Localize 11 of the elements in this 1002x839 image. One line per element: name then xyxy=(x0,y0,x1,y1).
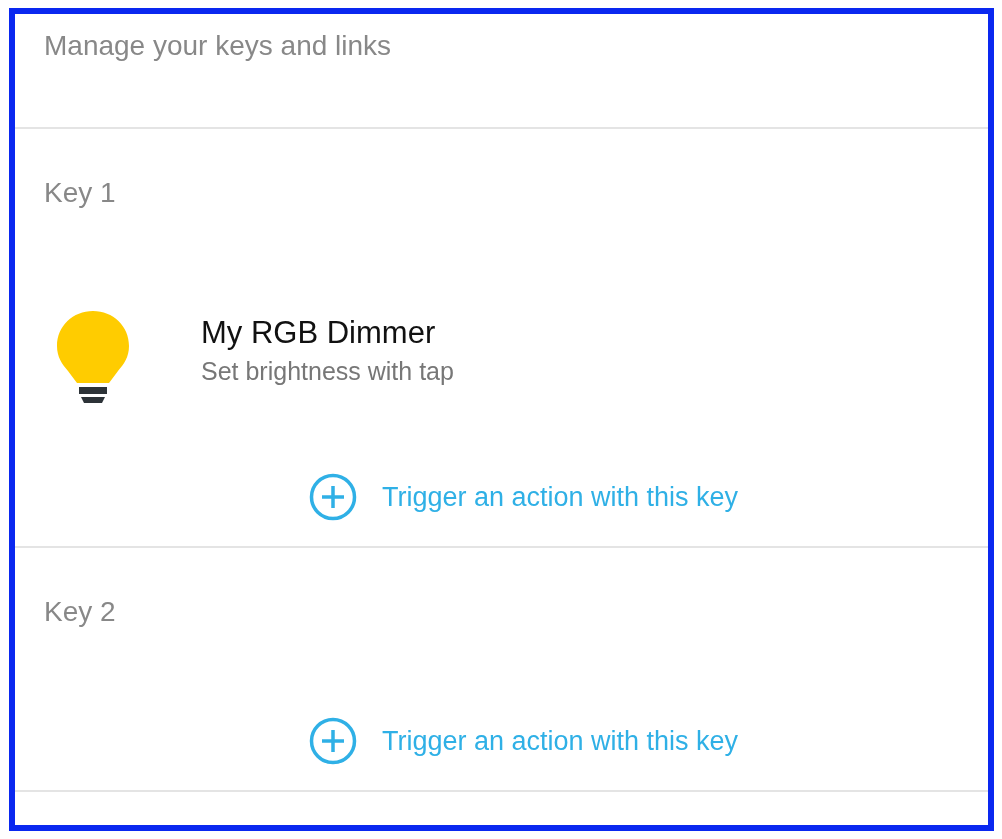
device-name: My RGB Dimmer xyxy=(201,314,437,351)
lightbulb-icon xyxy=(57,311,129,403)
key-label: Key 2 xyxy=(44,596,116,628)
device-description: Set brightness with tap xyxy=(201,356,454,386)
add-icon xyxy=(308,717,357,765)
key-label: Key 1 xyxy=(44,177,116,209)
add-icon xyxy=(308,473,357,521)
device-item[interactable]: My RGB Dimmer Set brightness with tap xyxy=(15,257,988,457)
page-subtitle: Manage your keys and links xyxy=(44,30,392,61)
trigger-action-button[interactable]: Trigger an action with this key xyxy=(308,473,739,521)
trigger-action-button[interactable]: Trigger an action with this key xyxy=(308,717,739,765)
